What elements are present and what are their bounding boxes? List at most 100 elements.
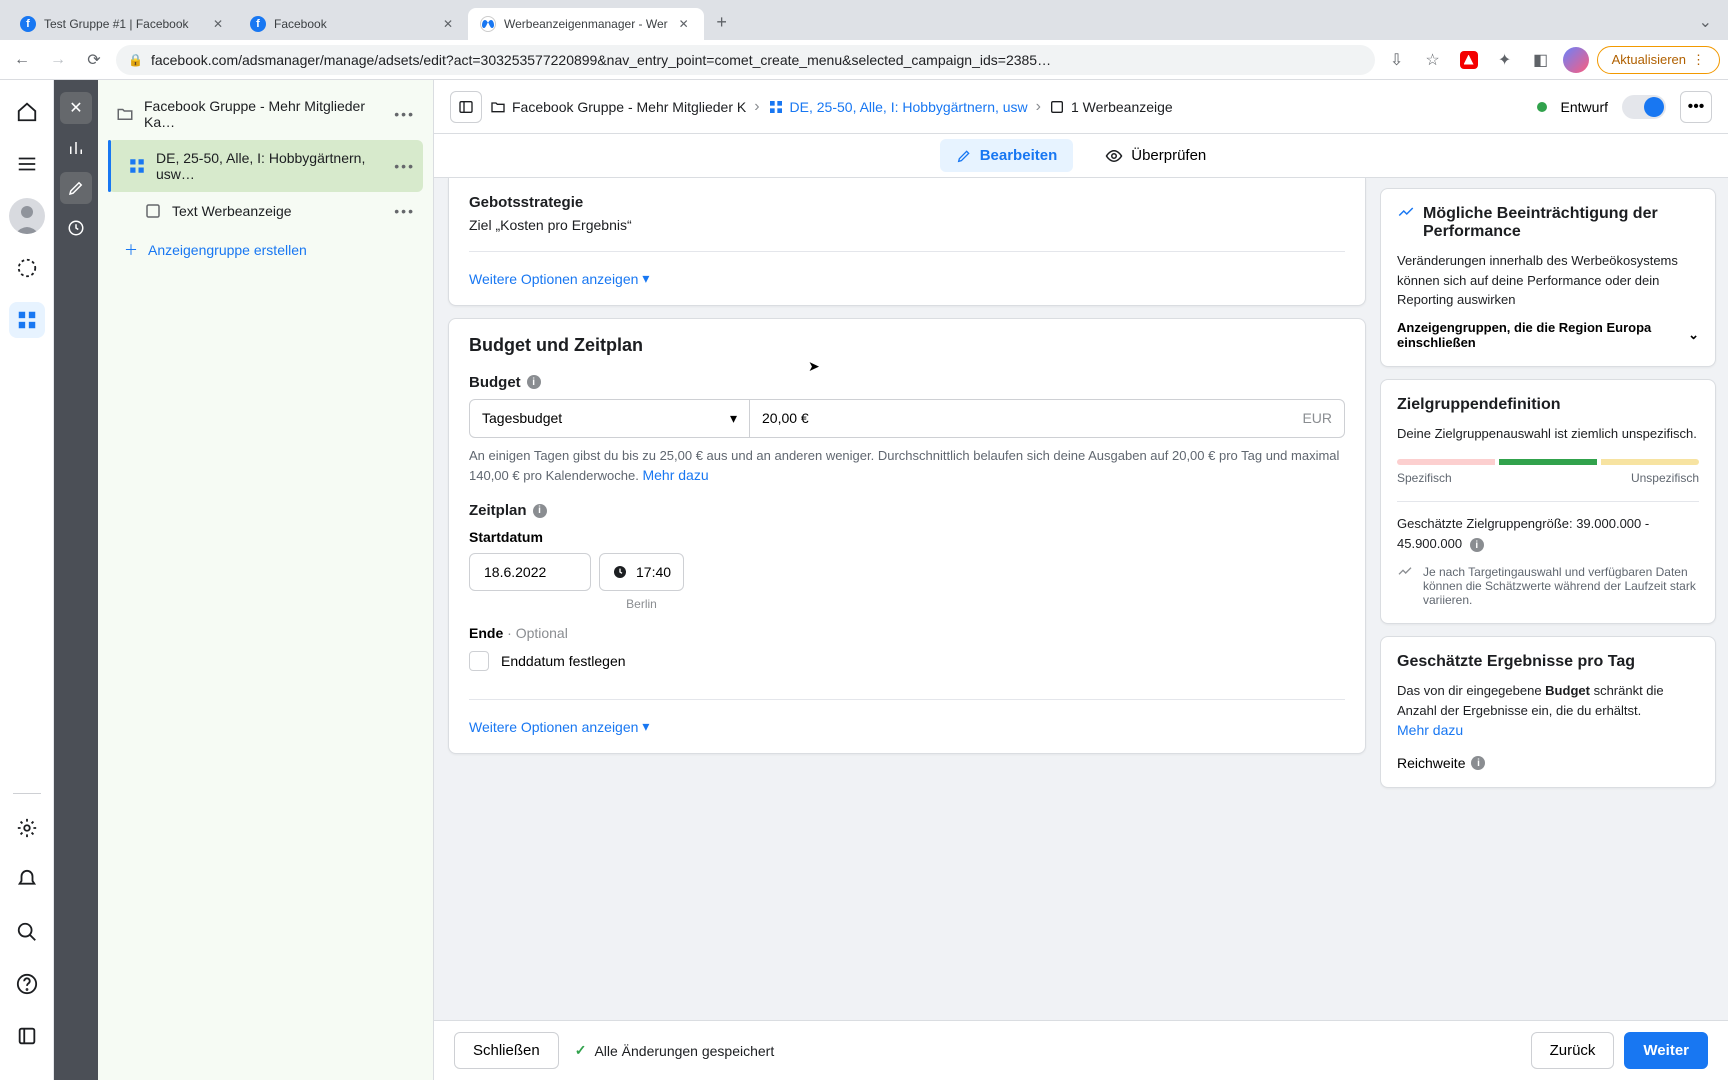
main-panel: Facebook Gruppe - Mehr Mitglieder K › DE… (434, 80, 1728, 1080)
menu-icon[interactable] (9, 146, 45, 182)
select-value: Tagesbudget (482, 410, 562, 426)
adblock-icon[interactable] (1455, 46, 1483, 74)
performance-warning-card: Mögliche Beeinträchtigung der Performanc… (1380, 188, 1716, 367)
info-icon[interactable]: i (527, 375, 541, 389)
panel-toggle-button[interactable] (450, 91, 482, 123)
more-icon[interactable]: ••• (394, 203, 415, 219)
report-bug-icon[interactable] (9, 1018, 45, 1054)
edit-icon[interactable] (60, 172, 92, 204)
help-icon[interactable] (9, 966, 45, 1002)
close-editor-button[interactable]: ✕ (60, 92, 92, 124)
accordion-toggle[interactable]: Anzeigengruppen, die die Region Europa e… (1397, 310, 1699, 350)
facebook-icon: f (20, 16, 36, 32)
back-button[interactable]: ← (8, 46, 36, 74)
amount-value: 20,00 € (762, 410, 809, 426)
tab-list-dropdown[interactable]: ⌄ (1699, 12, 1712, 32)
tab-label: Bearbeiten (980, 147, 1058, 164)
budget-card: Budget und Zeitplan Budget i Tagesbudget… (448, 318, 1366, 754)
close-icon[interactable]: ✕ (440, 16, 456, 32)
ads-table-icon[interactable] (9, 302, 45, 338)
breadcrumb-ad[interactable]: 1 Werbeanzeige (1049, 99, 1173, 115)
optional-label: Optional (516, 625, 568, 641)
address-bar[interactable]: 🔒 facebook.com/adsmanager/manage/adsets/… (116, 45, 1375, 75)
learn-more-link[interactable]: Mehr dazu (642, 465, 708, 486)
adset-icon (128, 157, 146, 175)
tree-campaign[interactable]: Facebook Gruppe - Mehr Mitglieder Ka… ••… (108, 88, 423, 140)
breadcrumb-adset[interactable]: DE, 25-50, Alle, I: Hobbygärtnern, usw (768, 99, 1028, 115)
learn-more-link[interactable]: Mehr dazu (1397, 720, 1463, 741)
edit-review-tabs: Bearbeiten Überprüfen (434, 134, 1728, 178)
browser-tab[interactable]: f Test Gruppe #1 | Facebook ✕ (8, 8, 238, 40)
chevron-right-icon: › (754, 98, 759, 116)
update-button[interactable]: Aktualisieren ⋮ (1597, 46, 1720, 74)
lock-icon: 🔒 (128, 53, 143, 67)
next-button[interactable]: Weiter (1624, 1032, 1708, 1069)
card-title: Geschätzte Ergebnisse pro Tag (1397, 653, 1635, 671)
budget-amount-input[interactable]: 20,00 € EUR (750, 400, 1344, 437)
results-body: Das von dir eingegebene Budget schränkt … (1397, 681, 1699, 741)
estimated-results-card: Geschätzte Ergebnisse pro Tag Das von di… (1380, 636, 1716, 788)
budget-type-select[interactable]: Tagesbudget ▾ (470, 400, 750, 437)
tree-label: DE, 25-50, Alle, I: Hobbygärtnern, usw… (156, 150, 384, 182)
breadcrumb-campaign[interactable]: Facebook Gruppe - Mehr Mitglieder K (490, 99, 746, 115)
link-label: Weitere Optionen anzeigen (469, 271, 638, 287)
end-date-checkbox[interactable] (469, 651, 489, 671)
plus-icon: ＋ (124, 240, 138, 260)
profile-avatar[interactable] (1563, 47, 1589, 73)
browser-toolbar: ← → ⟳ 🔒 facebook.com/adsmanager/manage/a… (0, 40, 1728, 80)
start-time-input[interactable]: 17:40 (599, 553, 684, 591)
button-label: Zurück (1550, 1042, 1596, 1059)
tab-edit[interactable]: Bearbeiten (940, 139, 1074, 172)
reload-button[interactable]: ⟳ (80, 46, 108, 74)
tab-title: Test Gruppe #1 | Facebook (44, 17, 189, 31)
form-scroll-area[interactable]: Gebotsstrategie Ziel „Kosten pro Ergebni… (434, 178, 1380, 1020)
tree-ad[interactable]: Text Werbeanzeige ••• (108, 192, 423, 230)
close-button[interactable]: Schließen (454, 1032, 559, 1069)
info-icon[interactable]: i (1470, 538, 1484, 552)
extensions-icon[interactable]: ✦ (1491, 46, 1519, 74)
start-date-input[interactable]: 18.6.2022 (469, 553, 591, 591)
new-tab-button[interactable]: + (708, 8, 736, 36)
back-button[interactable]: Zurück (1531, 1032, 1615, 1069)
status-toggle[interactable] (1622, 95, 1666, 119)
tree-adset-selected[interactable]: DE, 25-50, Alle, I: Hobbygärtnern, usw… … (108, 140, 423, 192)
folder-icon (116, 105, 134, 123)
dashboard-icon[interactable] (9, 250, 45, 286)
tree-label: Text Werbeanzeige (172, 203, 292, 219)
info-icon[interactable]: i (1471, 756, 1485, 770)
search-icon[interactable] (9, 914, 45, 950)
app-root: ✕ Facebook Gruppe - Mehr Mitglieder Ka… … (0, 80, 1728, 1080)
more-menu-button[interactable]: ••• (1680, 91, 1712, 123)
show-more-link[interactable]: Weitere Optionen anzeigen ▾ (469, 270, 649, 287)
account-avatar[interactable] (9, 198, 45, 234)
sidepanel-icon[interactable]: ◧ (1527, 46, 1555, 74)
breadcrumb-label: 1 Werbeanzeige (1071, 99, 1173, 115)
bidding-card: Gebotsstrategie Ziel „Kosten pro Ergebni… (448, 178, 1366, 306)
info-icon[interactable]: i (533, 504, 547, 518)
card-title: Zielgruppendefinition (1397, 396, 1561, 414)
chart-icon[interactable] (60, 132, 92, 164)
campaign-tree: Facebook Gruppe - Mehr Mitglieder Ka… ••… (98, 80, 434, 1080)
caret-down-icon: ▾ (642, 718, 649, 735)
history-icon[interactable] (60, 212, 92, 244)
browser-tab-active[interactable]: Werbeanzeigenmanager - Wer ✕ (468, 8, 704, 40)
more-icon[interactable]: ••• (394, 158, 415, 174)
show-more-link-2[interactable]: Weitere Optionen anzeigen ▾ (469, 718, 649, 735)
home-icon[interactable] (9, 94, 45, 130)
close-icon[interactable]: ✕ (210, 16, 226, 32)
ad-icon (144, 202, 162, 220)
install-icon[interactable]: ⇩ (1383, 46, 1411, 74)
trend-icon (1397, 565, 1413, 581)
tab-review[interactable]: Überprüfen (1089, 139, 1222, 173)
browser-tab[interactable]: f Facebook ✕ (238, 8, 468, 40)
create-adset-link[interactable]: ＋ Anzeigengruppe erstellen (108, 230, 423, 270)
close-icon[interactable]: ✕ (676, 16, 692, 32)
update-label: Aktualisieren (1612, 52, 1686, 67)
more-icon[interactable]: ••• (394, 106, 415, 122)
link-label: Weitere Optionen anzeigen (469, 719, 638, 735)
status-dot (1537, 102, 1547, 112)
notifications-icon[interactable] (9, 862, 45, 898)
editor-rail: ✕ (54, 80, 98, 1080)
settings-icon[interactable] (9, 810, 45, 846)
star-icon[interactable]: ☆ (1419, 46, 1447, 74)
